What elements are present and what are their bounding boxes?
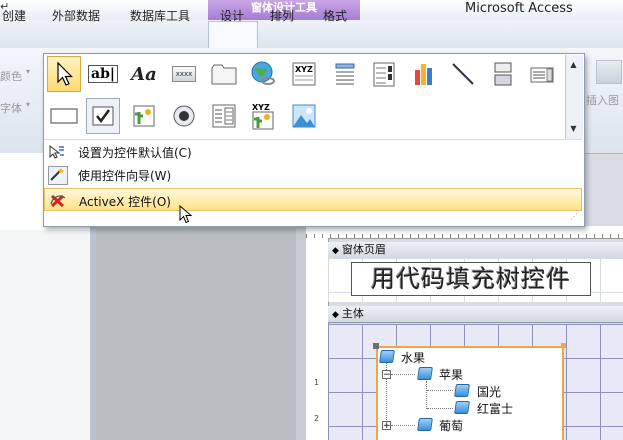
section-arrow-icon: ◆ (332, 310, 339, 320)
activex-icon (49, 192, 67, 209)
tree-line (427, 408, 453, 409)
menu-item-activex-controls[interactable]: ActiveX 控件(O) (44, 188, 582, 211)
unbound-object-frame-tool[interactable] (127, 98, 161, 134)
tab-format[interactable]: 格式 (323, 7, 347, 24)
navigation-pane-lower (0, 230, 90, 440)
ribbon-tab-row (0, 20, 623, 49)
folder-icon (379, 350, 395, 363)
tree-node[interactable]: 红富士 (477, 400, 513, 417)
textbox-tool[interactable]: ab| (86, 56, 120, 92)
horizontal-ruler (306, 226, 623, 239)
tab-external-data[interactable]: 外部数据 (52, 7, 100, 24)
expand-icon[interactable]: + (382, 421, 391, 431)
wizard-icon (48, 166, 68, 185)
detail-section-label: 主体 (341, 307, 364, 320)
menu-item-label: 使用控件向导(W) (78, 169, 172, 183)
option-button-tool[interactable] (167, 98, 201, 134)
folder-icon (417, 418, 433, 431)
ribbon-font-label: 字体 (0, 102, 22, 115)
textbox-glyph: ab| (88, 65, 118, 83)
chart-icon[interactable] (407, 56, 441, 92)
button-glyph: xxxx (171, 66, 197, 82)
form-header-label[interactable]: 用代码填充树控件 (351, 262, 591, 296)
svg-text:XYZ: XYZ (295, 65, 313, 74)
toggle-button-tool[interactable] (486, 56, 520, 92)
resize-handle[interactable] (373, 343, 379, 349)
select-tool[interactable] (47, 56, 81, 92)
menu-item-label: 设置为控件默认值(C) (78, 146, 192, 160)
section-arrow-icon: ◆ (332, 246, 339, 256)
vertical-ruler (306, 238, 329, 440)
tab-database-tools[interactable]: 数据库工具 (130, 7, 190, 24)
set-default-icon (48, 143, 66, 160)
checkbox-tool[interactable] (86, 98, 120, 134)
ruler-number: 1 (314, 378, 320, 387)
tab-control-tool[interactable] (207, 56, 241, 92)
tree-line (427, 390, 453, 391)
tree-node[interactable]: 苹果 (439, 366, 463, 383)
ribbon-color-label: 颜色 (0, 70, 22, 83)
hyperlink-icon[interactable] (246, 56, 280, 92)
label-tool[interactable]: Aa (127, 56, 161, 92)
web-browser-tool[interactable]: XYZ (287, 56, 321, 92)
tree-node[interactable]: 水果 (401, 349, 425, 366)
scroll-down-icon[interactable]: ▼ (565, 120, 582, 137)
line-tool[interactable] (446, 56, 480, 92)
form-header-section-label: 窗体页眉 (341, 243, 386, 256)
folder-icon (454, 401, 470, 414)
rectangle-tool[interactable] (47, 98, 81, 134)
button-tool[interactable]: xxxx (167, 56, 201, 92)
tree-node[interactable]: 国光 (477, 383, 501, 400)
menu-item-label: ActiveX 控件(O) (79, 195, 171, 209)
label-glyph: Aa (131, 63, 157, 85)
insert-image-label: 插入图 (586, 94, 619, 107)
ruler-number: 2 (314, 414, 320, 423)
app-title: Microsoft Access (465, 1, 573, 16)
folder-icon (417, 367, 433, 380)
list-box-tool[interactable] (525, 56, 559, 92)
svg-text:XYZ: XYZ (252, 103, 270, 112)
tab-arrange[interactable]: 排列 (270, 7, 294, 24)
tree-line (426, 381, 427, 409)
tree-line (391, 425, 415, 426)
folder-icon (454, 384, 470, 397)
tab-design-active-bg (208, 21, 258, 49)
detail-section-bar[interactable]: ◆ 主体 (328, 306, 623, 323)
collapse-icon[interactable]: − (382, 370, 391, 380)
menu-item-control-wizard[interactable]: 使用控件向导(W) (44, 163, 582, 186)
tab-design[interactable]: 设计 (220, 7, 244, 24)
bound-object-frame-tool[interactable]: XYZ (246, 98, 280, 134)
menu-item-set-default[interactable]: 设置为控件默认值(C) (44, 140, 582, 163)
chevron-down-icon: ▾ (26, 100, 31, 109)
resize-grip-icon[interactable]: ⋰ (570, 212, 578, 221)
insert-image-icon (596, 60, 622, 84)
workspace-background (96, 228, 296, 440)
option-group-tool[interactable] (367, 56, 401, 92)
resize-handle[interactable] (561, 343, 566, 348)
mouse-cursor-icon (179, 204, 193, 228)
tab-create[interactable]: 创建 (2, 7, 26, 24)
subform-tool[interactable] (207, 98, 241, 134)
scroll-up-icon[interactable]: ▲ (565, 56, 582, 73)
form-header-section-bar[interactable]: ◆ 窗体页眉 (328, 242, 623, 259)
tree-line (391, 374, 415, 375)
chevron-down-icon: ▾ (26, 67, 31, 76)
navigation-control-tool[interactable] (327, 56, 361, 92)
tree-node[interactable]: 葡萄 (439, 417, 463, 434)
image-icon[interactable] (287, 98, 321, 134)
